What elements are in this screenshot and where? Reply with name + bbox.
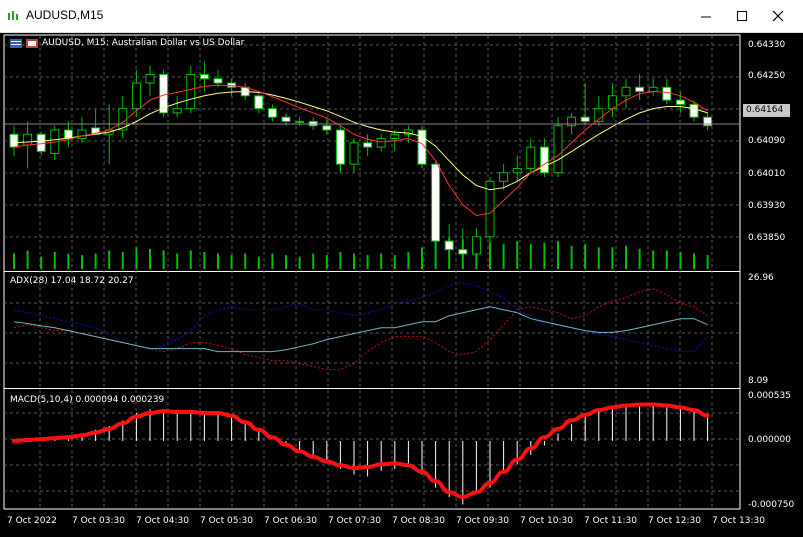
adx-minus-di-line [13, 288, 708, 371]
candle-body [662, 86, 672, 101]
candle-body [539, 146, 549, 174]
candle-body [254, 95, 264, 110]
adx-scale-max: 26.96 [748, 273, 774, 283]
candle-body [431, 163, 441, 242]
macd-signal-line [12, 402, 710, 499]
price-tick: 0.64250 [748, 71, 786, 81]
price-tick: 0.63930 [748, 201, 786, 211]
candle-body [526, 146, 536, 169]
candle-body [635, 86, 645, 93]
candle-body [199, 73, 209, 80]
time-tick: 7 Oct 03:30 [72, 516, 125, 526]
candle-body [376, 138, 386, 148]
maximize-icon[interactable] [729, 4, 755, 28]
macd-scale-min: -0.000750 [748, 500, 795, 510]
price-tick: 0.64330 [748, 40, 786, 50]
candle-body [444, 240, 454, 251]
price-tick: 0.64010 [748, 169, 786, 179]
candle-body [621, 86, 631, 97]
candle-body [580, 116, 590, 122]
time-tick: 7 Oct 06:30 [264, 516, 317, 526]
window-title: AUDUSD,M15 [26, 8, 104, 22]
time-tick: 7 Oct 07:30 [328, 516, 381, 526]
candle-body [675, 99, 685, 105]
adx-scale-min: 8.09 [748, 376, 769, 386]
candle-body [9, 133, 19, 148]
candle-body [186, 73, 196, 110]
fast-ma-line [13, 84, 708, 217]
price-tick: 0.64090 [748, 136, 786, 146]
window-titlebar: AUDUSD,M15 [0, 0, 803, 33]
minimize-icon[interactable] [693, 4, 719, 28]
candle-body [458, 249, 468, 255]
close-icon[interactable] [765, 4, 791, 28]
candle-body [390, 133, 400, 140]
candle-body [172, 108, 182, 114]
candle-body [349, 142, 359, 165]
candle-body [553, 125, 563, 174]
candle-body [363, 142, 373, 148]
candle-body [295, 120, 305, 123]
macd-scale-zero: 0.000000 [748, 435, 791, 445]
time-tick: 7 Oct 05:30 [200, 516, 253, 526]
candle-body [281, 116, 291, 122]
time-tick: 7 Oct 10:30 [520, 516, 573, 526]
time-tick: 7 Oct 2022 [7, 516, 57, 526]
candle-body [648, 86, 658, 93]
macd-scale-max: 0.000535 [748, 391, 791, 401]
candle-body [689, 103, 699, 118]
quick-trading-icon[interactable] [10, 39, 38, 49]
candle-body [213, 78, 223, 84]
symbol-description: AUDUSD, M15: Australian Dollar vs US Dol… [42, 38, 245, 48]
time-tick: 7 Oct 09:30 [456, 516, 509, 526]
candle-body [322, 125, 332, 131]
candle-body [499, 172, 509, 182]
candle-body [145, 73, 155, 84]
candle-body [77, 129, 87, 140]
price-tick: 0.63850 [748, 233, 786, 243]
macd-indicator-label: MACD(5,10,4) 0.000094 0.000239 [10, 395, 165, 405]
time-tick: 7 Oct 08:30 [392, 516, 445, 526]
time-tick: 7 Oct 04:30 [136, 516, 189, 526]
time-tick: 7 Oct 11:30 [584, 516, 637, 526]
candle-body [512, 167, 522, 174]
candle-body [471, 236, 481, 255]
chart-window-icon [8, 11, 18, 20]
current-price-label: 0.64164 [743, 104, 790, 117]
adx-main-line [13, 306, 708, 353]
candle-body [267, 108, 277, 118]
time-tick: 7 Oct 13:30 [712, 516, 765, 526]
time-tick: 7 Oct 12:30 [648, 516, 701, 526]
candle-body [131, 82, 141, 110]
candle-body [36, 133, 46, 152]
candle-body [23, 133, 33, 146]
candle-body [335, 129, 345, 165]
adx-indicator-label: ADX(28) 17.04 18.72 20.27 [10, 276, 134, 286]
